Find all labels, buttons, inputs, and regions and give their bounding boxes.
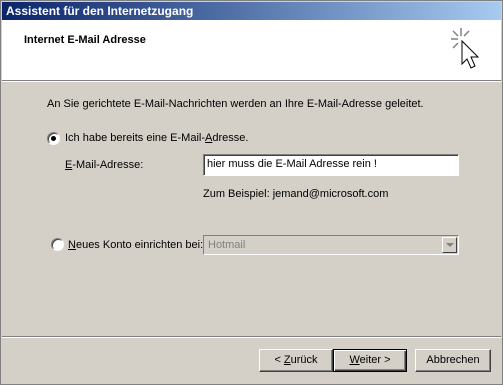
back-button[interactable]: < Zurück <box>259 349 333 372</box>
page-title: Internet E-Mail Adresse <box>24 34 146 46</box>
cancel-button[interactable]: Abbrechen <box>415 349 491 372</box>
radio-new-account-label[interactable]: Neues Konto einrichten bei: <box>68 239 203 251</box>
wizard-window: Assistent für den Internetzugang Interne… <box>0 0 503 385</box>
label-part: Ich habe bereits eine E-Mail- <box>65 132 206 144</box>
provider-select-value: Hotmail <box>208 239 246 251</box>
email-field[interactable]: hier muss die E-Mail Adresse rein ! <box>203 154 459 176</box>
email-example-text: Zum Beispiel: jemand@microsoft.com <box>203 188 389 200</box>
radio-existing-address-label[interactable]: Ich habe bereits eine E-Mail-Adresse. <box>65 132 248 144</box>
label-part: eues Konto einrichten bei: <box>75 239 204 251</box>
label-part: dresse. <box>212 132 249 144</box>
radio-selected-dot <box>51 136 56 141</box>
button-label-part: eiter > <box>359 354 391 366</box>
button-label-part: < <box>274 354 284 366</box>
window-title: Assistent für den Internetzugang <box>6 4 194 18</box>
wizard-sparkle-cursor-icon <box>451 28 480 69</box>
title-bar: Assistent für den Internetzugang <box>2 2 501 20</box>
chevron-down-icon <box>446 243 454 247</box>
provider-select[interactable]: Hotmail <box>203 235 459 255</box>
radio-existing-address[interactable] <box>47 132 60 145</box>
button-label-part: urück <box>290 354 318 366</box>
button-accel: W <box>349 354 360 366</box>
label-part: -Mail-Adresse: <box>72 159 144 171</box>
header-divider <box>2 80 501 82</box>
intro-text: An Sie gerichtete E-Mail-Nachrichten wer… <box>47 98 424 110</box>
label-accel: N <box>68 239 76 251</box>
radio-new-account[interactable] <box>51 238 64 251</box>
email-field-label: E-Mail-Adresse: <box>65 159 143 171</box>
wizard-header: Internet E-Mail Adresse <box>2 20 501 80</box>
provider-select-button[interactable] <box>442 237 457 253</box>
footer-divider <box>2 336 501 338</box>
button-accel: Z <box>283 354 291 366</box>
next-button[interactable]: Weiter > <box>333 349 407 372</box>
